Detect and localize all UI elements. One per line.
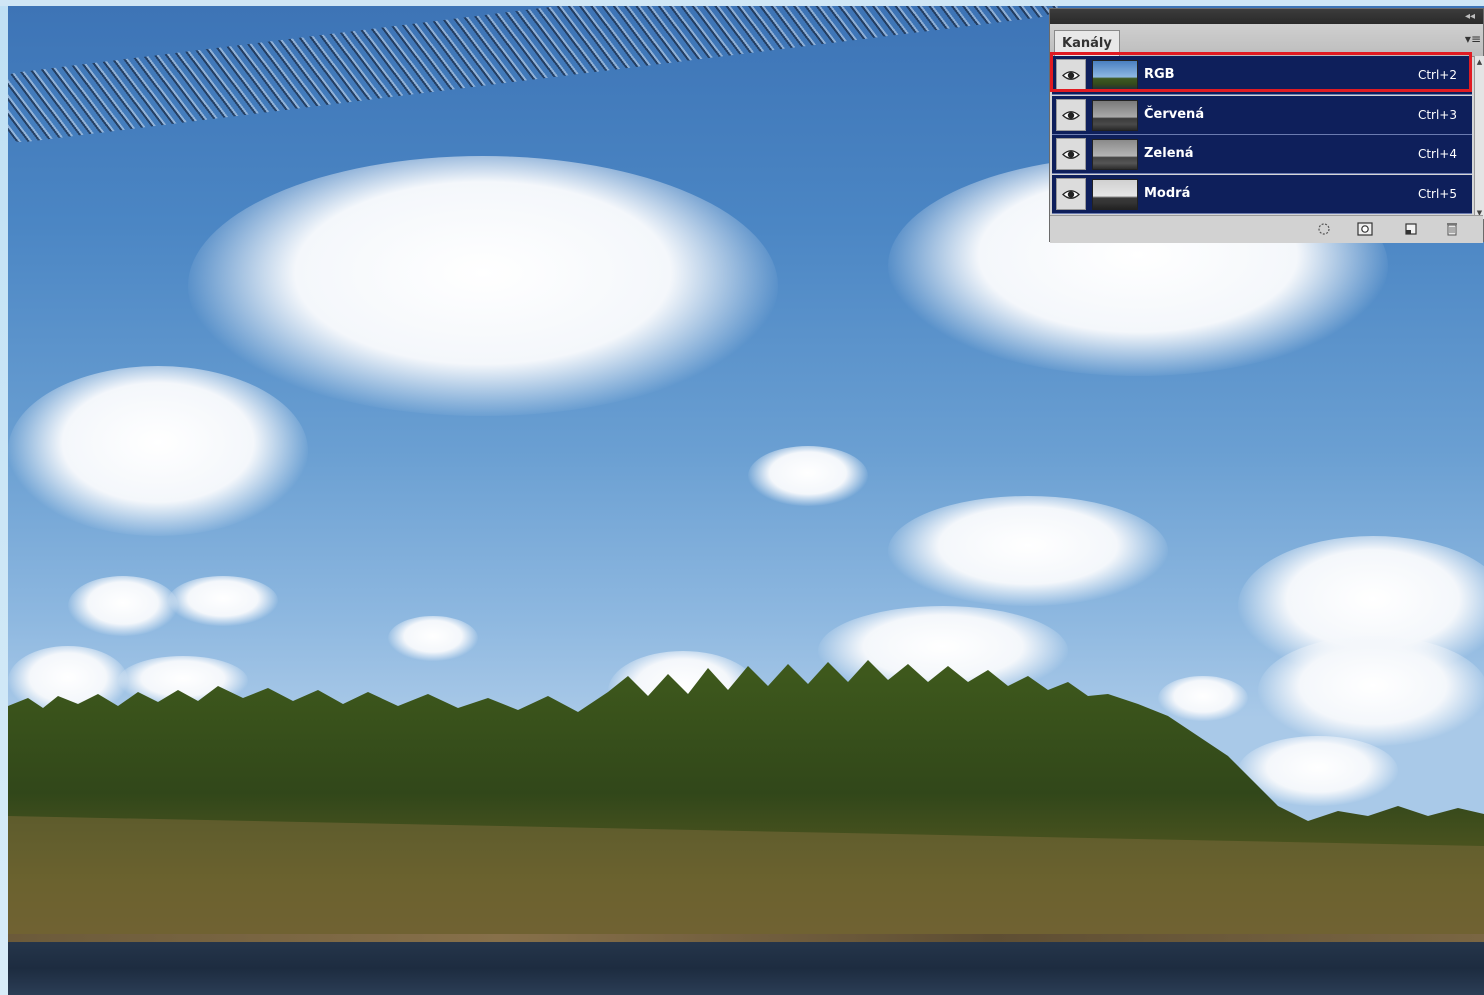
channel-name: Zelená	[1144, 146, 1194, 161]
channel-thumbnail	[1092, 178, 1138, 210]
channel-thumbnail	[1092, 99, 1138, 131]
channel-thumbnail	[1092, 60, 1138, 91]
eye-icon	[1062, 110, 1080, 120]
channel-list: RGB Ctrl+2 Červená Ctrl+3 Zelená Ctrl+4 Modrá C…	[1052, 56, 1472, 214]
panel-footer	[1050, 215, 1483, 243]
save-selection-as-channel-button[interactable]	[1356, 221, 1374, 237]
panel-menu-icon[interactable]: ▾≡	[1465, 32, 1481, 46]
contrail-artifact	[8, 6, 1069, 146]
eye-icon	[1062, 189, 1080, 199]
canvas-margin-left	[0, 0, 8, 995]
channel-row[interactable]: Červená Ctrl+3	[1052, 95, 1472, 135]
channel-row[interactable]: Modrá Ctrl+5	[1052, 174, 1472, 214]
channel-shortcut: Ctrl+2	[1417, 68, 1457, 82]
visibility-toggle[interactable]	[1056, 177, 1086, 210]
channel-list-scrollbar[interactable]: ▲ ▼	[1474, 56, 1484, 219]
channel-row[interactable]: Zelená Ctrl+4	[1052, 135, 1472, 174]
new-channel-icon	[1405, 223, 1417, 235]
load-channel-as-selection-icon	[1318, 223, 1330, 235]
cloud	[188, 156, 778, 416]
channel-name: Modrá	[1144, 185, 1191, 201]
delete-channel-button[interactable]	[1443, 221, 1461, 237]
collapse-panel-icon[interactable]: ◂◂	[1465, 10, 1475, 23]
forest-treeline	[8, 660, 1484, 956]
cloud	[8, 366, 308, 536]
panel-title-bar[interactable]: ◂◂	[1050, 9, 1483, 24]
eye-icon	[1062, 71, 1080, 80]
channel-row[interactable]: RGB Ctrl+2	[1052, 56, 1472, 95]
cloud	[888, 496, 1168, 606]
save-selection-as-channel-icon	[1357, 222, 1373, 236]
delete-channel-icon	[1447, 223, 1457, 236]
scroll-up-arrow-icon[interactable]: ▲	[1475, 56, 1484, 68]
channel-shortcut: Ctrl+3	[1417, 107, 1457, 122]
channel-shortcut: Ctrl+5	[1417, 186, 1457, 201]
visibility-toggle[interactable]	[1056, 138, 1086, 170]
cloud	[68, 576, 178, 636]
visibility-toggle[interactable]	[1056, 59, 1086, 91]
lake-water	[8, 942, 1484, 995]
channel-shortcut: Ctrl+4	[1417, 147, 1457, 161]
panel-tab-strip: Kanály ▾≡	[1050, 24, 1483, 57]
channel-name: Červená	[1144, 106, 1205, 122]
visibility-toggle[interactable]	[1056, 98, 1086, 131]
tab-channels[interactable]: Kanály	[1054, 30, 1120, 56]
eye-icon	[1062, 150, 1080, 159]
new-channel-button[interactable]	[1402, 221, 1420, 237]
load-channel-as-selection-button[interactable]	[1315, 221, 1333, 237]
channel-name: RGB	[1144, 67, 1175, 82]
cloud	[168, 576, 278, 626]
cloud	[748, 446, 868, 506]
channel-thumbnail	[1092, 139, 1138, 170]
channels-panel: ◂◂ Kanály ▾≡ RGB Ctrl+2 Červená Ctrl+3 Zelen…	[1049, 8, 1484, 243]
